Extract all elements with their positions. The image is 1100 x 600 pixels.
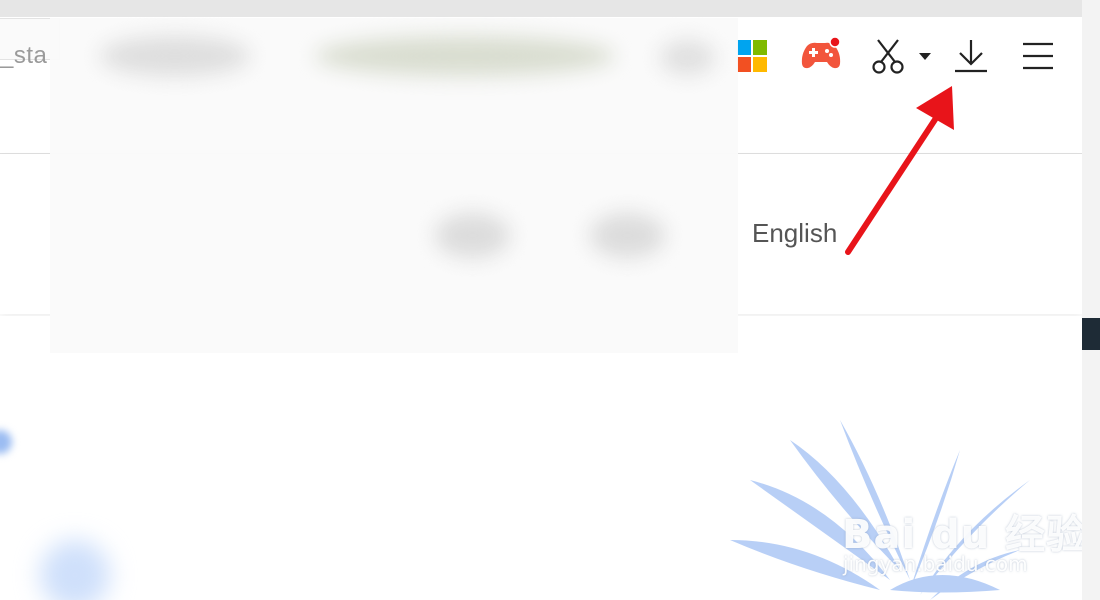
baidu-watermark-site: jingyan.baidu.com (843, 552, 1028, 576)
blurred-popup-panel (50, 18, 738, 353)
dropdown-caret-icon[interactable] (919, 53, 931, 61)
address-bar-text: _sta (0, 42, 48, 69)
blurred-content-1 (100, 36, 250, 76)
blurred-content-2 (315, 36, 615, 76)
scissors-icon[interactable] (871, 38, 905, 74)
apps-grid-icon[interactable] (737, 40, 767, 72)
blurred-content-5 (590, 213, 665, 258)
browser-title-strip (0, 0, 1082, 17)
window-edge-dark (1082, 318, 1100, 350)
menu-icon[interactable] (1023, 42, 1053, 70)
language-link[interactable]: English (752, 218, 837, 249)
screen: _sta English Bai du 经验 jingyan.baidu.com (0, 0, 1100, 600)
window-edge (1082, 0, 1100, 600)
blurred-content-3 (660, 40, 715, 75)
download-icon[interactable] (953, 38, 989, 74)
game-controller-icon[interactable] (799, 36, 843, 72)
blurred-content-4 (435, 213, 510, 258)
annotation-arrow (845, 86, 954, 255)
